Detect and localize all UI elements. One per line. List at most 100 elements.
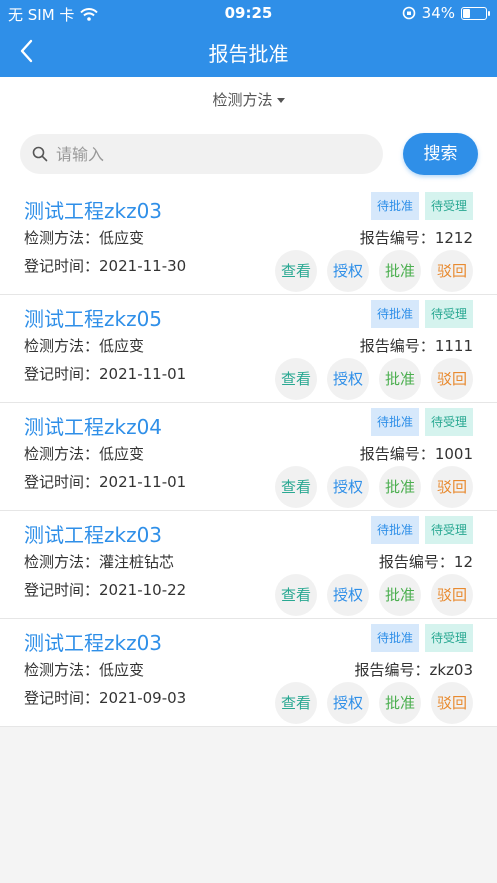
reject-button[interactable]: 驳回 [431, 358, 473, 400]
report-no-value: zkz03 [429, 661, 473, 679]
report-no-label: 报告编号： [359, 229, 435, 247]
status-right: 34% [402, 4, 490, 22]
report-no-row: 报告编号：12 [379, 551, 473, 572]
list-item[interactable]: 测试工程zkz03 待批准 待受理 检测方法：低应变 报告编号：zkz03 登记… [0, 619, 497, 727]
list-item[interactable]: 测试工程zkz05 待批准 待受理 检测方法：低应变 报告编号：1111 登记时… [0, 295, 497, 403]
report-no-label: 报告编号： [378, 553, 454, 571]
approve-button[interactable]: 批准 [379, 466, 421, 508]
authorize-button[interactable]: 授权 [327, 466, 369, 508]
method-label: 检测方法： [24, 445, 100, 463]
view-button[interactable]: 查看 [275, 466, 317, 508]
battery-percent: 34% [421, 4, 455, 22]
date-value: 2021-09-03 [99, 689, 187, 707]
date-label: 登记时间： [24, 257, 100, 275]
list-item[interactable]: 测试工程zkz03 待批准 待受理 检测方法：灌注桩钻芯 报告编号：12 登记时… [0, 511, 497, 619]
status-tags: 待批准 待受理 [370, 624, 473, 652]
project-title[interactable]: 测试工程zkz05 [24, 303, 162, 332]
date-row: 登记时间：2021-09-03 [24, 687, 186, 708]
date-row: 登记时间：2021-11-01 [24, 471, 186, 492]
reject-button[interactable]: 驳回 [431, 574, 473, 616]
action-group: 查看 授权 批准 驳回 [275, 574, 473, 616]
method-value: 低应变 [99, 229, 145, 247]
date-value: 2021-10-22 [99, 581, 187, 599]
method-value: 低应变 [99, 661, 145, 679]
method-value: 灌注桩钻芯 [99, 553, 175, 571]
report-no-label: 报告编号： [359, 445, 435, 463]
method-row: 检测方法：灌注桩钻芯 [24, 551, 174, 572]
nav-bar: 报告批准 [0, 26, 497, 77]
search-box[interactable] [20, 134, 383, 174]
status-badge: 待受理 [424, 408, 473, 436]
search-input[interactable] [56, 134, 366, 174]
project-title[interactable]: 测试工程zkz03 [24, 627, 162, 656]
search-icon [32, 146, 48, 162]
list-item[interactable]: 测试工程zkz03 待批准 待受理 检测方法：低应变 报告编号：1212 登记时… [0, 187, 497, 295]
method-label: 检测方法： [24, 337, 100, 355]
status-badge: 待受理 [424, 300, 473, 328]
caret-down-icon [276, 98, 285, 103]
method-row: 检测方法：低应变 [24, 659, 144, 680]
date-value: 2021-11-01 [99, 473, 187, 491]
approve-button[interactable]: 批准 [379, 682, 421, 724]
date-row: 登记时间：2021-11-30 [24, 255, 186, 276]
date-label: 登记时间： [24, 365, 100, 383]
report-no-label: 报告编号： [359, 337, 435, 355]
report-no-row: 报告编号：zkz03 [354, 659, 473, 680]
status-tags: 待批准 待受理 [370, 300, 473, 328]
date-row: 登记时间：2021-10-22 [24, 579, 186, 600]
list-item[interactable]: 测试工程zkz04 待批准 待受理 检测方法：低应变 报告编号：1001 登记时… [0, 403, 497, 511]
method-filter-label: 检测方法 [212, 91, 273, 109]
report-no-value: 1212 [434, 229, 473, 247]
action-group: 查看 授权 批准 驳回 [275, 250, 473, 292]
status-bar: 无 SIM 卡 09:25 34% [0, 0, 497, 26]
action-group: 查看 授权 批准 驳回 [275, 682, 473, 724]
view-button[interactable]: 查看 [275, 574, 317, 616]
method-value: 低应变 [99, 445, 145, 463]
method-filter[interactable]: 检测方法 [0, 77, 497, 123]
status-tags: 待批准 待受理 [370, 516, 473, 544]
method-label: 检测方法： [24, 553, 100, 571]
date-label: 登记时间： [24, 473, 100, 491]
search-button[interactable]: 搜索 [403, 133, 478, 175]
method-value: 低应变 [99, 337, 145, 355]
report-no-row: 报告编号：1001 [360, 443, 473, 464]
method-row: 检测方法：低应变 [24, 227, 144, 248]
view-button[interactable]: 查看 [275, 358, 317, 400]
battery-icon [461, 6, 490, 20]
date-value: 2021-11-30 [99, 257, 187, 275]
report-no-value: 1001 [434, 445, 473, 463]
date-label: 登记时间： [24, 581, 100, 599]
action-group: 查看 授权 批准 驳回 [275, 358, 473, 400]
authorize-button[interactable]: 授权 [327, 682, 369, 724]
status-badge: 待批准 [370, 192, 419, 220]
action-group: 查看 授权 批准 驳回 [275, 466, 473, 508]
project-title[interactable]: 测试工程zkz04 [24, 411, 162, 440]
method-label: 检测方法： [24, 229, 100, 247]
approve-button[interactable]: 批准 [379, 250, 421, 292]
reject-button[interactable]: 驳回 [431, 466, 473, 508]
reject-button[interactable]: 驳回 [431, 682, 473, 724]
project-title[interactable]: 测试工程zkz03 [24, 519, 162, 548]
status-badge: 待批准 [370, 516, 419, 544]
status-tags: 待批准 待受理 [370, 408, 473, 436]
view-button[interactable]: 查看 [275, 682, 317, 724]
status-badge: 待受理 [424, 192, 473, 220]
approve-button[interactable]: 批准 [379, 358, 421, 400]
authorize-button[interactable]: 授权 [327, 250, 369, 292]
status-badge: 待批准 [370, 408, 419, 436]
status-badge: 待受理 [424, 516, 473, 544]
status-badge: 待批准 [370, 300, 419, 328]
reject-button[interactable]: 驳回 [431, 250, 473, 292]
report-no-row: 报告编号：1212 [360, 227, 473, 248]
rotation-lock-icon [402, 6, 415, 20]
report-no-value: 12 [453, 553, 473, 571]
page-title: 报告批准 [208, 42, 289, 66]
status-badge: 待受理 [424, 624, 473, 652]
method-row: 检测方法：低应变 [24, 443, 144, 464]
search-area: 搜索 [0, 123, 497, 187]
view-button[interactable]: 查看 [275, 250, 317, 292]
approve-button[interactable]: 批准 [379, 574, 421, 616]
project-title[interactable]: 测试工程zkz03 [24, 195, 162, 224]
authorize-button[interactable]: 授权 [327, 358, 369, 400]
authorize-button[interactable]: 授权 [327, 574, 369, 616]
